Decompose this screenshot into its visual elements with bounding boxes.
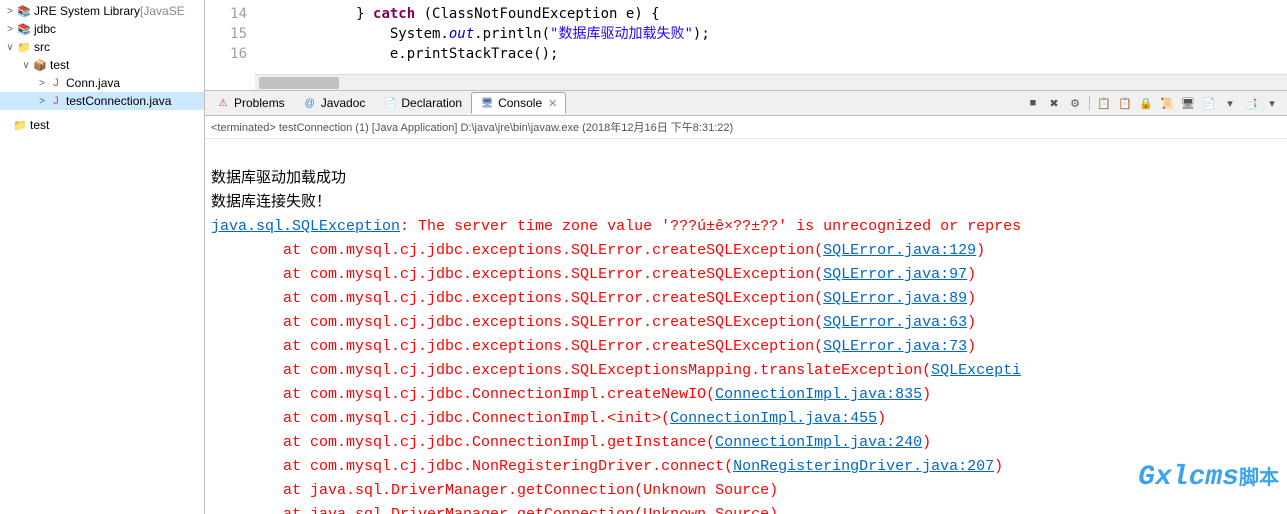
tab-javadoc[interactable]: @ Javadoc	[294, 92, 375, 114]
stack-frame: at com.mysql.cj.jdbc.exceptions.SQLExcep…	[211, 362, 1021, 379]
source-link[interactable]: SQLError.java:89	[823, 290, 967, 307]
tab-label: Problems	[234, 96, 285, 110]
tab-label: Declaration	[401, 96, 462, 110]
tree-item[interactable]: ∨📁src	[0, 38, 204, 56]
expand-icon[interactable]: >	[36, 78, 48, 89]
tab-icon: 📄	[383, 96, 397, 110]
tab-label: Console	[498, 96, 542, 110]
toolbar-button[interactable]: 🔒	[1137, 94, 1155, 112]
close-icon[interactable]: ✕	[548, 97, 557, 110]
source-link[interactable]: SQLError.java:63	[823, 314, 967, 331]
tab-icon: 🖥	[480, 96, 494, 110]
exception-link[interactable]: java.sql.SQLException	[211, 218, 400, 235]
console-line: 数据库驱动加载成功	[211, 170, 346, 187]
scroll-thumb[interactable]	[259, 77, 339, 89]
tab-icon: ⚠	[216, 96, 230, 110]
source-link[interactable]: NonRegisteringDriver.java:207	[733, 458, 994, 475]
source-link[interactable]: ConnectionImpl.java:455	[670, 410, 877, 427]
stack-frame: at com.mysql.cj.jdbc.ConnectionImpl.<ini…	[211, 410, 886, 427]
expand-icon[interactable]: >	[4, 6, 16, 17]
tree-icon: 📚	[16, 21, 32, 37]
tree-icon: 📚	[16, 3, 32, 19]
source-link[interactable]: ConnectionImpl.java:240	[715, 434, 922, 451]
tree-icon: 📦	[32, 57, 48, 73]
package-explorer[interactable]: >📚JRE System Library [JavaSE>📚jdbc∨📁src∨…	[0, 0, 205, 514]
line-gutter: 141516	[205, 0, 255, 90]
editor-area: 141516 } catch (ClassNotFoundException e…	[205, 0, 1287, 514]
tree-item[interactable]: ∨📦test	[0, 56, 204, 74]
tree-label: Conn.java	[66, 76, 120, 90]
source-link[interactable]: SQLError.java:97	[823, 266, 967, 283]
java-editor[interactable]: 141516 } catch (ClassNotFoundException e…	[205, 0, 1287, 90]
stack-frame: at com.mysql.cj.jdbc.exceptions.SQLError…	[211, 266, 976, 283]
stack-frame: at com.mysql.cj.jdbc.ConnectionImpl.crea…	[211, 386, 931, 403]
tree-label: test	[30, 118, 49, 132]
tree-label: JRE System Library	[34, 4, 140, 18]
toolbar-button[interactable]: ▾	[1221, 94, 1239, 112]
tree-decorator: [JavaSE	[140, 4, 185, 18]
toolbar-button[interactable]: 📋	[1116, 94, 1134, 112]
stack-frame: at com.mysql.cj.jdbc.exceptions.SQLError…	[211, 338, 976, 355]
tabs-container: ⚠ Problems @ Javadoc 📄 Declaration 🖥 Console ✕	[207, 92, 566, 114]
tab-problems[interactable]: ⚠ Problems	[207, 92, 294, 114]
source-link[interactable]: SQLError.java:129	[823, 242, 976, 259]
toolbar-button[interactable]: 📄	[1200, 94, 1218, 112]
toolbar-button[interactable]: 📋	[1095, 94, 1113, 112]
source-link[interactable]: SQLError.java:73	[823, 338, 967, 355]
stack-frame: at com.mysql.cj.jdbc.NonRegisteringDrive…	[211, 458, 1003, 475]
tree-icon: 📁	[16, 39, 32, 55]
stack-frame: at com.mysql.cj.jdbc.exceptions.SQLError…	[211, 290, 976, 307]
toolbar-button[interactable]: 📑	[1242, 94, 1260, 112]
views-tabbar: ⚠ Problems @ Javadoc 📄 Declaration 🖥 Console ✕ ■…	[205, 90, 1287, 116]
toolbar-button[interactable]: ✖	[1045, 94, 1063, 112]
stack-frame: at com.mysql.cj.jdbc.exceptions.SQLError…	[211, 314, 976, 331]
tree-icon: J	[48, 75, 64, 91]
stack-frame: at com.mysql.cj.jdbc.exceptions.SQLError…	[211, 242, 985, 259]
tab-console[interactable]: 🖥 Console ✕	[471, 92, 566, 114]
folder-icon: 📁	[12, 117, 28, 133]
tree-label: jdbc	[34, 22, 56, 36]
console-line: 数据库连接失败！	[211, 194, 331, 211]
tree-label: testConnection.java	[66, 94, 171, 108]
toolbar-button[interactable]: ■	[1024, 94, 1042, 112]
tree-item[interactable]: >📚JRE System Library [JavaSE	[0, 2, 204, 20]
source-link[interactable]: ConnectionImpl.java:835	[715, 386, 922, 403]
expand-icon[interactable]: >	[4, 24, 16, 35]
console-output[interactable]: 数据库驱动加载成功 数据库连接失败！ java.sql.SQLException…	[205, 139, 1287, 514]
watermark: Gxlcms脚本	[1130, 462, 1287, 496]
console-toolbar: ■✖⚙📋📋🔒📜🖥📄▾📑▾	[1024, 94, 1285, 112]
stack-frame: at java.sql.DriverManager.getConnection(…	[211, 506, 778, 514]
tree-item[interactable]: >📚jdbc	[0, 20, 204, 38]
tab-icon: @	[303, 96, 317, 110]
expand-icon[interactable]: >	[36, 96, 48, 107]
working-set-item[interactable]: 📁 test	[0, 116, 204, 134]
source-link[interactable]: SQLExcepti	[931, 362, 1021, 379]
tab-label: Javadoc	[321, 96, 366, 110]
expand-icon[interactable]: ∨	[4, 42, 16, 53]
toolbar-button[interactable]: 🖥	[1179, 94, 1197, 112]
tree-label: test	[50, 58, 69, 72]
tab-declaration[interactable]: 📄 Declaration	[374, 92, 471, 114]
tree-icon: J	[48, 93, 64, 109]
toolbar-button[interactable]: 📜	[1158, 94, 1176, 112]
exception-line: java.sql.SQLException: The server time z…	[211, 218, 1021, 235]
project-tree[interactable]: >📚JRE System Library [JavaSE>📚jdbc∨📁src∨…	[0, 2, 204, 110]
stack-frame: at java.sql.DriverManager.getConnection(…	[211, 482, 778, 499]
toolbar-button[interactable]: ▾	[1263, 94, 1281, 112]
tree-item[interactable]: >JConn.java	[0, 74, 204, 92]
expand-icon[interactable]: ∨	[20, 60, 32, 71]
tree-label: src	[34, 40, 50, 54]
tree-item[interactable]: >JtestConnection.java	[0, 92, 204, 110]
toolbar-button[interactable]: ⚙	[1066, 94, 1084, 112]
terminated-info: <terminated> testConnection (1) [Java Ap…	[205, 116, 1287, 139]
horizontal-scrollbar[interactable]	[255, 74, 1287, 90]
stack-frame: at com.mysql.cj.jdbc.ConnectionImpl.getI…	[211, 434, 931, 451]
